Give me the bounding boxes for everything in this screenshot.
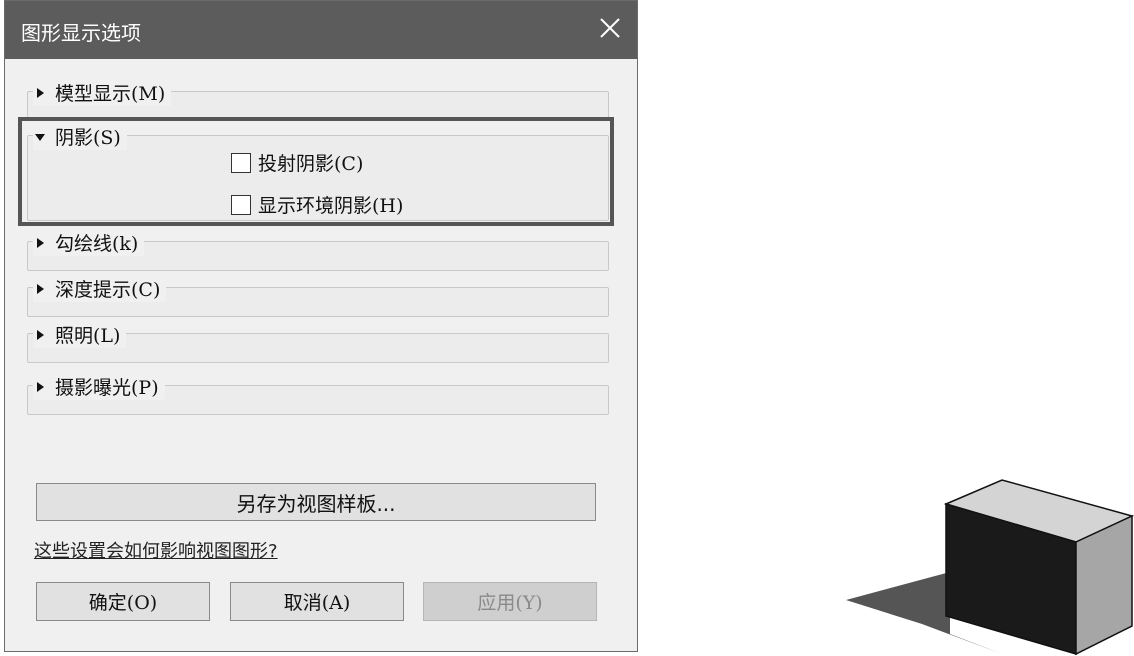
close-icon[interactable] <box>597 15 623 41</box>
section-depth-cueing-header[interactable]: 深度提示(C) <box>33 275 167 302</box>
expand-arrow-icon <box>37 283 44 294</box>
section-lighting: 照明(L) <box>27 321 609 363</box>
help-link[interactable]: 这些设置会如何影响视图图形? <box>34 537 278 563</box>
section-model-display: 模型显示(M) <box>27 79 609 119</box>
expand-arrow-icon <box>37 87 44 98</box>
section-label: 深度提示(C) <box>55 279 161 301</box>
expand-arrow-icon <box>37 237 44 248</box>
section-label: 照明(L) <box>55 325 121 347</box>
section-photographic-exposure-header[interactable]: 摄影曝光(P) <box>33 373 165 400</box>
cancel-button[interactable]: 取消(A) <box>230 582 404 621</box>
expand-arrow-icon <box>37 381 44 392</box>
section-model-display-header[interactable]: 模型显示(M) <box>33 79 172 106</box>
shadows-highlight-box <box>18 117 614 226</box>
section-label: 勾绘线(k) <box>55 233 139 255</box>
section-sketchy-lines: 勾绘线(k) <box>27 229 609 271</box>
graphic-display-options-dialog: 图形显示选项 模型显示(M) 阴影(S) 投射阴影(C) 显示环境阴影(H) 勾… <box>4 0 638 652</box>
section-photographic-exposure: 摄影曝光(P) <box>27 373 609 415</box>
section-label: 摄影曝光(P) <box>55 377 159 399</box>
shaded-cube-preview <box>846 479 1134 656</box>
section-sketchy-lines-header[interactable]: 勾绘线(k) <box>33 229 145 256</box>
section-depth-cueing: 深度提示(C) <box>27 275 609 317</box>
section-lighting-header[interactable]: 照明(L) <box>33 321 127 348</box>
section-label: 模型显示(M) <box>55 83 166 105</box>
dialog-title: 图形显示选项 <box>21 21 141 45</box>
expand-arrow-icon <box>37 329 44 340</box>
ok-button[interactable]: 确定(O) <box>36 582 210 621</box>
save-as-view-template-button[interactable]: 另存为视图样板... <box>36 483 596 521</box>
apply-button[interactable]: 应用(Y) <box>423 582 597 621</box>
dialog-titlebar: 图形显示选项 <box>5 1 637 59</box>
